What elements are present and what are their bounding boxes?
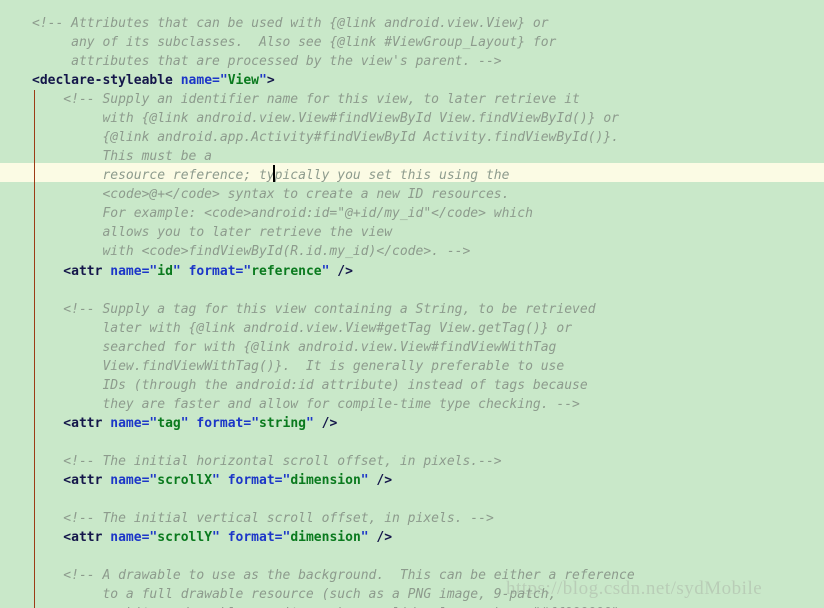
code-token-comment: any of its subclasses. Also see {@link #… <box>32 35 557 50</box>
code-token-quote: " <box>259 73 267 88</box>
code-token-comment: For example: <code>android:id="@+id/my_i… <box>32 206 533 221</box>
code-line[interactable]: allows you to later retrieve the view <box>0 223 392 242</box>
code-token-tag: /> <box>329 264 353 279</box>
code-line[interactable]: with {@link android.view.View#findViewBy… <box>0 109 619 128</box>
code-line[interactable]: View.findViewWithTag()}. It is generally… <box>0 357 564 376</box>
code-token-quote: " <box>180 416 189 431</box>
code-line[interactable] <box>0 547 32 566</box>
code-token-comment: <!-- Supply a tag for this view containi… <box>32 302 596 317</box>
code-token-comment: <!-- The initial vertical scroll offset,… <box>32 511 494 526</box>
code-token-value: dimension <box>290 530 361 545</box>
code-token-quote: " <box>360 473 369 488</box>
code-line[interactable]: <!-- Supply an identifier name for this … <box>0 90 580 109</box>
code-token-attr: format= <box>227 473 283 488</box>
code-token-value: dimension <box>290 473 361 488</box>
code-token-tag: > <box>266 73 275 88</box>
code-token-tag: <attr <box>32 264 111 279</box>
code-token-quote: " <box>305 416 314 431</box>
code-token-comment: attributes that are processed by the vie… <box>32 54 502 69</box>
code-token-comment: <code>@+</code> syntax to create a new I… <box>32 187 510 202</box>
code-line[interactable]: resource reference; typically you set th… <box>0 166 509 185</box>
code-line[interactable]: <!-- The initial horizontal scroll offse… <box>0 452 501 471</box>
code-token-attr: name= <box>110 473 150 488</box>
code-token-comment: <!-- The initial horizontal scroll offse… <box>32 454 502 469</box>
code-line[interactable]: <declare-styleable name="View"> <box>0 71 275 90</box>
text-caret <box>273 165 275 182</box>
code-token-comment: with <code>findViewById(R.id.my_id)</cod… <box>32 244 471 259</box>
code-token-tag: <attr <box>32 530 111 545</box>
code-token-comment: allows you to later retrieve the view <box>32 225 393 240</box>
code-token-tag: <declare-styleable <box>32 73 181 88</box>
code-token-value: string <box>259 416 306 431</box>
code-token-quote: " <box>360 530 369 545</box>
code-token-attr: format= <box>227 530 283 545</box>
code-token-tag: /> <box>368 473 393 488</box>
code-token-attr: format= <box>196 416 252 431</box>
code-line[interactable]: they are faster and allow for compile-ti… <box>0 395 579 414</box>
code-token-tag: /> <box>313 416 338 431</box>
code-token-quote: " <box>212 473 220 488</box>
code-token-comment: IDs (through the android:id attribute) i… <box>32 378 588 393</box>
code-token-comment: <!-- A drawable to use as the background… <box>32 568 635 583</box>
code-line[interactable]: to a full drawable resource (such as a P… <box>0 585 556 604</box>
code-line[interactable]: <attr name="scrollX" format="dimension" … <box>0 471 392 490</box>
code-editor-pane[interactable]: https://blog.csdn.net/sydMobile <!-- Att… <box>0 0 824 608</box>
code-token-attr: format= <box>188 264 244 279</box>
code-token-value: scrollY <box>157 530 213 545</box>
code-line[interactable]: <attr name="id" format="reference" /> <box>0 262 353 281</box>
code-token-comment: to a full drawable resource (such as a P… <box>32 587 557 602</box>
code-token-quote: " <box>212 530 220 545</box>
code-token-comment: resource reference; typically you set th… <box>32 168 510 183</box>
code-token-tag <box>220 530 228 545</box>
code-token-value: id <box>157 264 173 279</box>
code-token-comment: This must be a <box>32 149 213 164</box>
code-token-attr: name= <box>180 73 220 88</box>
code-token-quote: " <box>251 416 260 431</box>
code-line[interactable] <box>0 433 32 452</box>
code-token-comment: with {@link android.view.View#findViewBy… <box>32 111 619 126</box>
code-token-attr: name= <box>110 264 150 279</box>
code-line[interactable]: IDs (through the android:id attribute) i… <box>0 376 587 395</box>
code-token-value: reference <box>251 264 322 279</box>
code-token-value: scrollX <box>157 473 213 488</box>
code-line[interactable]: or bitmap drawable, or it can be a solid… <box>0 604 619 608</box>
code-token-attr: name= <box>110 530 150 545</box>
code-token-tag: <attr <box>32 473 111 488</box>
code-line[interactable]: with <code>findViewById(R.id.my_id)</cod… <box>0 242 470 261</box>
code-line[interactable]: This must be a <box>0 147 212 166</box>
code-token-quote: " <box>219 73 228 88</box>
code-token-comment: <!-- Supply an identifier name for this … <box>32 92 580 107</box>
code-line[interactable] <box>0 281 32 300</box>
code-line[interactable] <box>0 490 32 509</box>
code-line[interactable]: <attr name="scrollY" format="dimension" … <box>0 528 392 547</box>
code-token-attr: name= <box>110 416 150 431</box>
code-token-tag <box>181 264 189 279</box>
code-line[interactable]: searched for with {@link android.view.Vi… <box>0 338 556 357</box>
code-token-comment: later with {@link android.view.View#getT… <box>32 321 573 336</box>
code-token-comment: searched for with {@link android.view.Vi… <box>32 340 557 355</box>
code-token-comment: they are faster and allow for compile-ti… <box>32 397 580 412</box>
code-line[interactable]: <!-- Supply a tag for this view containi… <box>0 300 595 319</box>
code-line[interactable]: later with {@link android.view.View#getT… <box>0 319 572 338</box>
code-token-value: View <box>227 73 259 88</box>
code-token-comment: {@link android.app.Activity#findViewById… <box>32 130 619 145</box>
code-token-value: tag <box>157 416 181 431</box>
code-token-tag <box>220 473 228 488</box>
code-line[interactable]: any of its subclasses. Also see {@link #… <box>0 33 556 52</box>
code-line[interactable]: attributes that are processed by the vie… <box>0 52 501 71</box>
code-token-comment: View.findViewWithTag()}. It is generally… <box>32 359 565 374</box>
code-line[interactable]: {@link android.app.Activity#findViewById… <box>0 128 619 147</box>
code-token-quote: " <box>243 264 252 279</box>
code-line[interactable]: <!-- A drawable to use as the background… <box>0 566 634 585</box>
code-line[interactable]: For example: <code>android:id="@+id/my_i… <box>0 204 532 223</box>
code-line[interactable]: <code>@+</code> syntax to create a new I… <box>0 185 509 204</box>
code-token-quote: " <box>172 264 181 279</box>
code-token-tag: /> <box>368 530 393 545</box>
code-token-comment: <!-- Attributes that can be used with {@… <box>32 16 549 31</box>
code-token-tag: <attr <box>32 416 111 431</box>
code-line[interactable]: <attr name="tag" format="string" /> <box>0 414 337 433</box>
code-line[interactable]: <!-- The initial vertical scroll offset,… <box>0 509 493 528</box>
code-line[interactable]: <!-- Attributes that can be used with {@… <box>0 14 549 33</box>
